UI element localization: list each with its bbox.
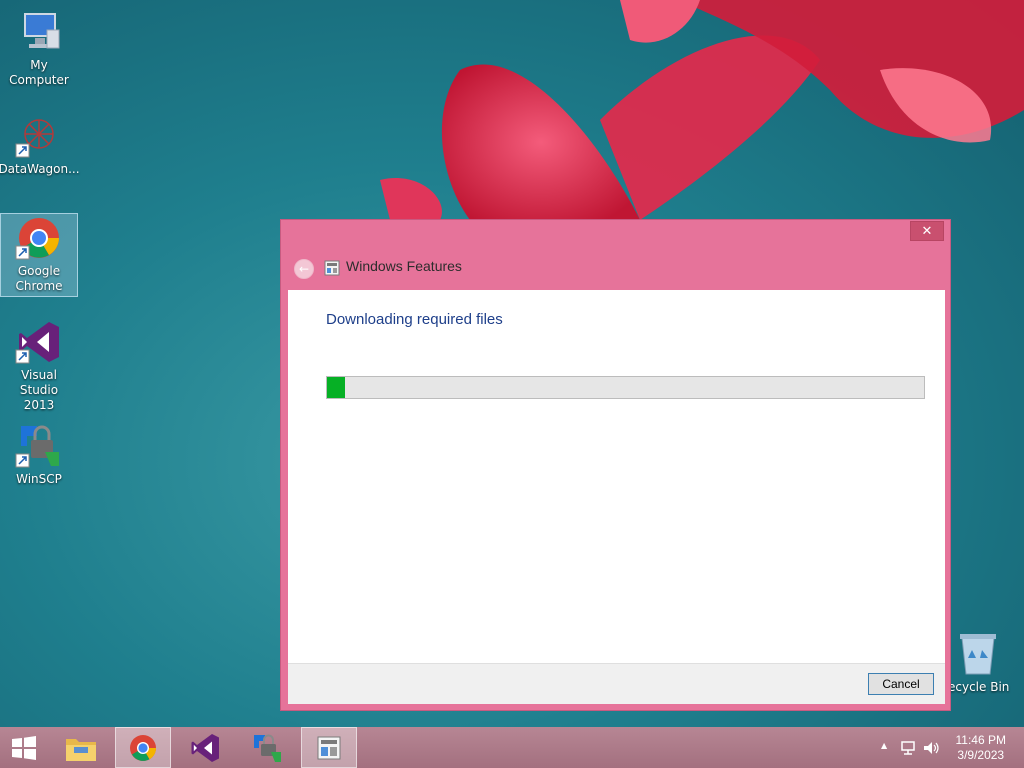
recycle-bin-icon bbox=[954, 630, 1002, 678]
desktop-icon-recycle-bin[interactable]: ecycle Bin bbox=[948, 630, 1024, 695]
desktop-icon-label: ecycle Bin bbox=[948, 680, 1010, 694]
taskbar-winscp[interactable] bbox=[239, 727, 295, 768]
desktop-icon-label: DataWagon... bbox=[0, 162, 80, 176]
visual-studio-icon bbox=[191, 733, 219, 762]
clock-date: 3/9/2023 bbox=[957, 748, 1005, 762]
desktop-icon-label-line2: 2013 bbox=[23, 398, 55, 412]
windows-features-dialog: ✕ ← Windows Features Downloading require… bbox=[280, 219, 951, 711]
clock[interactable]: 11:46 PM 3/9/2023 bbox=[956, 733, 1006, 763]
volume-icon[interactable] bbox=[922, 740, 940, 756]
winscp-icon bbox=[254, 734, 281, 762]
windows-features-icon bbox=[324, 260, 340, 276]
taskbar-chrome[interactable] bbox=[115, 727, 171, 768]
file-explorer-icon bbox=[66, 738, 96, 761]
taskbar-file-explorer[interactable] bbox=[53, 727, 109, 768]
desktop-icon-label-line1: Google bbox=[17, 264, 61, 278]
progress-fill bbox=[327, 377, 345, 398]
dialog-content: Downloading required files bbox=[288, 290, 945, 663]
desktop-icon-label: WinSCP bbox=[16, 472, 62, 486]
download-progress-bar bbox=[326, 376, 925, 399]
taskbar-windows-features[interactable] bbox=[301, 727, 357, 768]
start-button[interactable] bbox=[0, 727, 48, 768]
cancel-button[interactable]: Cancel bbox=[868, 673, 934, 695]
taskbar: ▲ 11:46 PM 3/9/2023 bbox=[0, 727, 1024, 768]
windows-features-icon bbox=[317, 736, 341, 759]
desktop-icon-google-chrome[interactable]: Google Chrome bbox=[0, 213, 78, 297]
desktop-icon-visual-studio[interactable]: Visual Studio 2013 bbox=[1, 318, 77, 413]
datawagon-icon bbox=[15, 112, 63, 160]
chrome-icon bbox=[130, 734, 157, 761]
status-heading: Downloading required files bbox=[326, 311, 503, 328]
desktop-icon-label-line1: Visual Studio bbox=[19, 368, 59, 397]
visual-studio-icon bbox=[15, 318, 63, 366]
desktop-icon-label: My Computer bbox=[9, 58, 69, 87]
desktop-icon-winscp[interactable]: WinSCP bbox=[1, 422, 77, 487]
show-hidden-icons-button[interactable]: ▲ bbox=[881, 741, 887, 750]
desktop: My Computer DataWagon... Google Chrome V… bbox=[0, 0, 1024, 768]
close-button[interactable]: ✕ bbox=[910, 221, 944, 241]
computer-icon bbox=[15, 8, 63, 56]
network-icon[interactable] bbox=[900, 740, 916, 756]
clock-time: 11:46 PM bbox=[955, 733, 1006, 747]
desktop-icon-datawagon[interactable]: DataWagon... bbox=[0, 112, 80, 177]
chrome-icon bbox=[15, 214, 63, 262]
winscp-icon bbox=[15, 422, 63, 470]
back-arrow-icon[interactable]: ← bbox=[294, 259, 314, 279]
system-tray: ▲ 11:46 PM 3/9/2023 bbox=[864, 727, 1024, 768]
dialog-footer: Cancel bbox=[288, 663, 945, 704]
windows-start-icon bbox=[12, 735, 36, 760]
taskbar-visual-studio[interactable] bbox=[177, 727, 233, 768]
desktop-icon-my-computer[interactable]: My Computer bbox=[1, 8, 77, 88]
desktop-icon-label-line2: Chrome bbox=[15, 279, 63, 293]
dialog-title: Windows Features bbox=[346, 258, 462, 274]
